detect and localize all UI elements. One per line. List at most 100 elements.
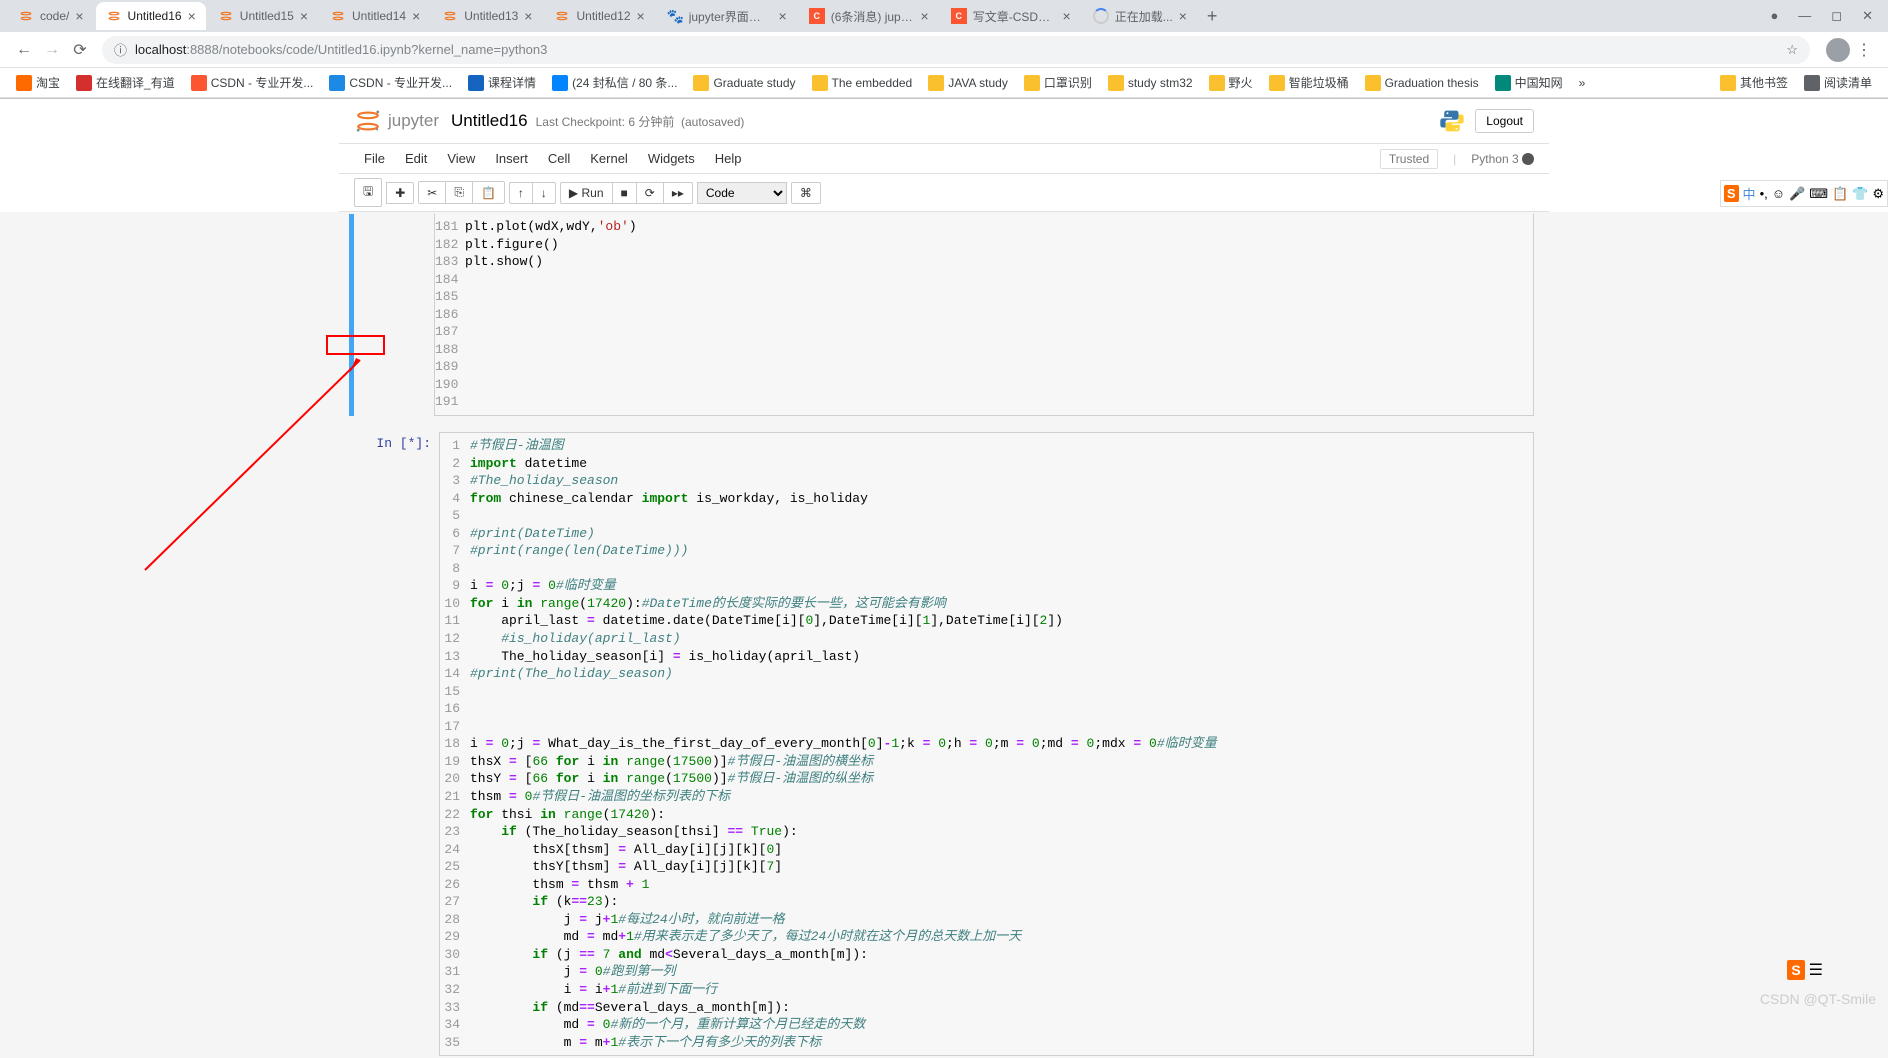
- bookmark-item[interactable]: CSDN - 专业开发...: [185, 72, 320, 93]
- bookmark-item[interactable]: 口罩识别: [1018, 72, 1098, 93]
- python-logo-icon: [1439, 108, 1465, 134]
- browser-tab[interactable]: Untitled16×: [96, 2, 206, 30]
- bookmark-item[interactable]: 在线翻译_有道: [70, 72, 181, 93]
- menu-view[interactable]: View: [437, 147, 485, 170]
- bookmark-item[interactable]: 阅读清单: [1798, 72, 1878, 93]
- close-icon[interactable]: ✕: [1862, 8, 1873, 24]
- menu-kernel[interactable]: Kernel: [580, 147, 638, 170]
- trusted-indicator[interactable]: Trusted: [1380, 149, 1438, 169]
- back-button[interactable]: ←: [10, 41, 38, 59]
- ime-minimized[interactable]: S ☰: [1787, 960, 1823, 980]
- menu-edit[interactable]: Edit: [395, 147, 437, 170]
- tab-close-icon[interactable]: ×: [412, 8, 420, 24]
- save-button[interactable]: 🖫: [354, 178, 382, 207]
- minimize-icon[interactable]: —: [1798, 8, 1811, 24]
- browser-tab[interactable]: 正在加载...×: [1083, 2, 1197, 30]
- browser-menu-icon[interactable]: ⋮: [1850, 40, 1878, 60]
- copy-button[interactable]: ⎘: [445, 181, 473, 204]
- menu-help[interactable]: Help: [705, 147, 752, 170]
- watermark: CSDN @QT-Smile: [1760, 991, 1876, 1007]
- jupyter-brand-text: jupyter: [388, 111, 439, 131]
- cell-type-select[interactable]: Code: [697, 182, 787, 204]
- url-text: localhost:8888/notebooks/code/Untitled16…: [135, 42, 547, 57]
- tab-close-icon[interactable]: ×: [524, 8, 532, 24]
- run-button[interactable]: ▶ Run: [560, 182, 613, 204]
- tab-close-icon[interactable]: ×: [75, 8, 83, 24]
- bookmark-item[interactable]: The embedded: [806, 73, 919, 93]
- menu-insert[interactable]: Insert: [485, 147, 538, 170]
- jupyter-header: jupyter Untitled16 Last Checkpoint: 6 分钟…: [339, 99, 1549, 144]
- code-cell-1[interactable]: 181plt.plot(wdX,wdY,'ob')182plt.figure()…: [349, 214, 1534, 416]
- tab-bar: code/×Untitled16×Untitled15×Untitled14×U…: [0, 0, 1888, 32]
- tab-close-icon[interactable]: ×: [921, 8, 929, 24]
- tab-close-icon[interactable]: ×: [300, 8, 308, 24]
- nav-bar: ← → ⟳ ⓘ localhost:8888/notebooks/code/Un…: [0, 32, 1888, 68]
- bookmark-item[interactable]: 智能垃圾桶: [1263, 72, 1355, 93]
- browser-tab[interactable]: Untitled15×: [208, 2, 318, 30]
- bookmark-item[interactable]: 中国知网: [1489, 72, 1569, 93]
- browser-tab[interactable]: Untitled14×: [320, 2, 430, 30]
- interrupt-button[interactable]: ■: [612, 182, 637, 204]
- kernel-busy-icon: [1522, 153, 1534, 165]
- checkpoint-text: Last Checkpoint: 6 分钟前 (autosaved): [536, 113, 745, 130]
- bookmark-item[interactable]: 其他书签: [1714, 72, 1794, 93]
- browser-tab[interactable]: C(6条消息) jupyter×: [799, 2, 939, 30]
- insert-cell-button[interactable]: ✚: [386, 182, 414, 204]
- bookmark-item[interactable]: JAVA study: [922, 73, 1014, 93]
- logout-button[interactable]: Logout: [1475, 109, 1534, 133]
- ime-toolbar[interactable]: S 中 •, ☺ 🎤 ⌨ 📋 👕 ⚙: [1720, 180, 1888, 207]
- bookmark-star-icon[interactable]: ☆: [1786, 42, 1798, 58]
- forward-button[interactable]: →: [38, 41, 66, 59]
- tab-close-icon[interactable]: ×: [1179, 8, 1187, 24]
- browser-tab[interactable]: 🐾jupyter界面旁边×: [657, 2, 797, 30]
- bookmark-item[interactable]: (24 封私信 / 80 条...: [546, 72, 683, 93]
- maximize-icon[interactable]: ◻: [1831, 8, 1842, 24]
- menu-widgets[interactable]: Widgets: [638, 147, 705, 170]
- cell-prompt: [354, 214, 434, 416]
- code-cell-2[interactable]: In [*]: 1#节假日-油温图2import datetime3#The_h…: [354, 432, 1534, 1056]
- bookmarks-overflow[interactable]: »: [1573, 74, 1592, 92]
- bookmark-item[interactable]: 野火: [1203, 72, 1259, 93]
- browser-tab[interactable]: code/×: [8, 2, 94, 30]
- notebook-name[interactable]: Untitled16: [451, 111, 528, 131]
- code-editor[interactable]: 181plt.plot(wdX,wdY,'ob')182plt.figure()…: [434, 214, 1534, 416]
- paste-button[interactable]: 📋: [472, 181, 505, 204]
- move-up-button[interactable]: ↑: [509, 182, 533, 204]
- cell-prompt-running: In [*]:: [354, 432, 439, 1056]
- account-icon[interactable]: ●: [1770, 8, 1778, 24]
- bookmark-item[interactable]: 课程详情: [462, 72, 542, 93]
- restart-run-all-button[interactable]: ▸▸: [663, 182, 693, 204]
- bookmark-item[interactable]: Graduation thesis: [1359, 73, 1485, 93]
- menu-file[interactable]: File: [354, 147, 395, 170]
- tab-close-icon[interactable]: ×: [1063, 8, 1071, 24]
- toolbar: 🖫 ✚ ✂ ⎘ 📋 ↑ ↓ ▶ Run ■ ⟳ ▸▸ Code ⌘: [339, 174, 1549, 212]
- bookmark-item[interactable]: Graduate study: [687, 73, 801, 93]
- jupyter-logo[interactable]: jupyter: [354, 107, 439, 135]
- new-tab-button[interactable]: +: [1199, 6, 1226, 27]
- bookmark-item[interactable]: study stm32: [1102, 73, 1199, 93]
- reload-button[interactable]: ⟳: [66, 40, 94, 60]
- bookmark-item[interactable]: CSDN - 专业开发...: [323, 72, 458, 93]
- kernel-name[interactable]: Python 3: [1471, 152, 1534, 166]
- browser-tab[interactable]: Untitled12×: [544, 2, 654, 30]
- browser-tab[interactable]: C写文章-CSDN博客×: [941, 2, 1081, 30]
- bookmark-item[interactable]: 淘宝: [10, 72, 66, 93]
- browser-chrome: code/×Untitled16×Untitled15×Untitled14×U…: [0, 0, 1888, 99]
- notebook-container: 181plt.plot(wdX,wdY,'ob')182plt.figure()…: [0, 212, 1888, 1058]
- tab-close-icon[interactable]: ×: [188, 8, 196, 24]
- cut-button[interactable]: ✂: [418, 181, 446, 204]
- profile-avatar[interactable]: [1826, 38, 1850, 62]
- browser-tab[interactable]: Untitled13×: [432, 2, 542, 30]
- menu-cell[interactable]: Cell: [538, 147, 580, 170]
- url-bar[interactable]: ⓘ localhost:8888/notebooks/code/Untitled…: [102, 36, 1810, 64]
- command-palette-button[interactable]: ⌘: [791, 182, 821, 204]
- menu-bar: FileEditViewInsertCellKernelWidgetsHelp T…: [339, 144, 1549, 174]
- bookmarks-bar: 淘宝在线翻译_有道CSDN - 专业开发...CSDN - 专业开发...课程详…: [0, 68, 1888, 98]
- tab-close-icon[interactable]: ×: [779, 8, 787, 24]
- jupyter-logo-icon: [354, 107, 382, 135]
- site-info-icon[interactable]: ⓘ: [114, 40, 127, 59]
- code-editor[interactable]: 1#节假日-油温图2import datetime3#The_holiday_s…: [439, 432, 1534, 1056]
- tab-close-icon[interactable]: ×: [637, 8, 645, 24]
- move-down-button[interactable]: ↓: [532, 182, 556, 204]
- restart-button[interactable]: ⟳: [636, 182, 664, 204]
